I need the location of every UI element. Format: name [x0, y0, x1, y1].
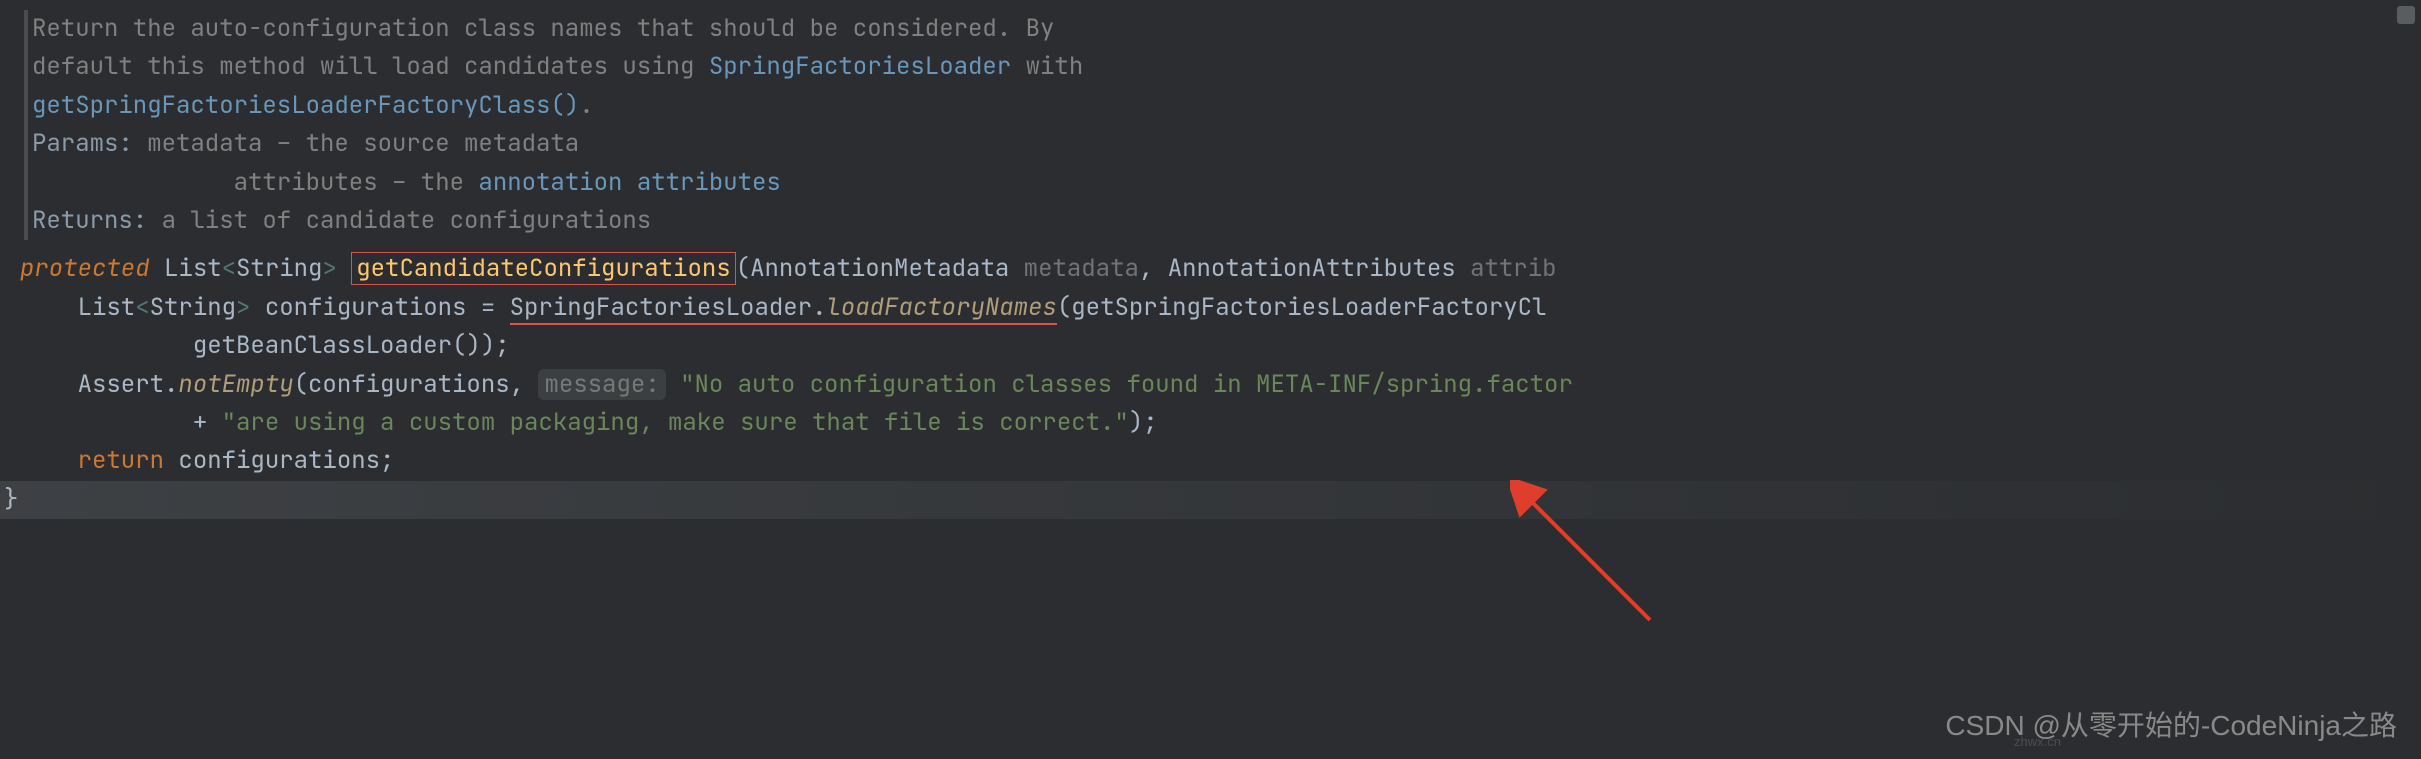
doc-params: attributes – the annotation attributes: [32, 164, 2421, 202]
code-line[interactable]: Assert.notEmpty(configurations, message:…: [0, 366, 2421, 404]
code-line[interactable]: return configurations;: [0, 442, 2421, 480]
code-editor[interactable]: Return the auto-configuration class name…: [0, 0, 2421, 519]
doc-class-link[interactable]: SpringFactoriesLoader: [709, 51, 1011, 82]
code-line[interactable]: + "are using a custom packaging, make su…: [0, 404, 2421, 442]
watermark: CSDN @从零开始的-CodeNinja之路: [1945, 704, 2397, 749]
javadoc-block: Return the auto-configuration class name…: [24, 10, 2421, 240]
parameter-hint: message:: [538, 369, 665, 400]
code-line[interactable]: }: [0, 481, 2421, 519]
method-name-highlight: getCandidateConfigurations: [351, 252, 735, 285]
code-line[interactable]: List<String> configurations = SpringFact…: [0, 289, 2421, 327]
doc-link[interactable]: annotation: [478, 167, 622, 198]
doc-line: getSpringFactoriesLoaderFactoryClass().: [32, 87, 2421, 125]
doc-line: Return the auto-configuration class name…: [32, 10, 2421, 48]
doc-line: default this method will load candidates…: [32, 48, 2421, 86]
code-line[interactable]: getBeanClassLoader());: [0, 327, 2421, 365]
underlined-call: SpringFactoriesLoader.loadFactoryNames: [510, 292, 1057, 325]
doc-params: Params: metadata – the source metadata: [32, 125, 2421, 163]
doc-returns: Returns: a list of candidate configurati…: [32, 202, 2421, 240]
gutter-icon[interactable]: [2397, 6, 2415, 24]
doc-method-link[interactable]: getSpringFactoriesLoaderFactoryClass(): [32, 90, 579, 121]
doc-link[interactable]: attributes: [637, 167, 781, 198]
code-line[interactable]: protected List<String> getCandidateConfi…: [0, 250, 2421, 288]
